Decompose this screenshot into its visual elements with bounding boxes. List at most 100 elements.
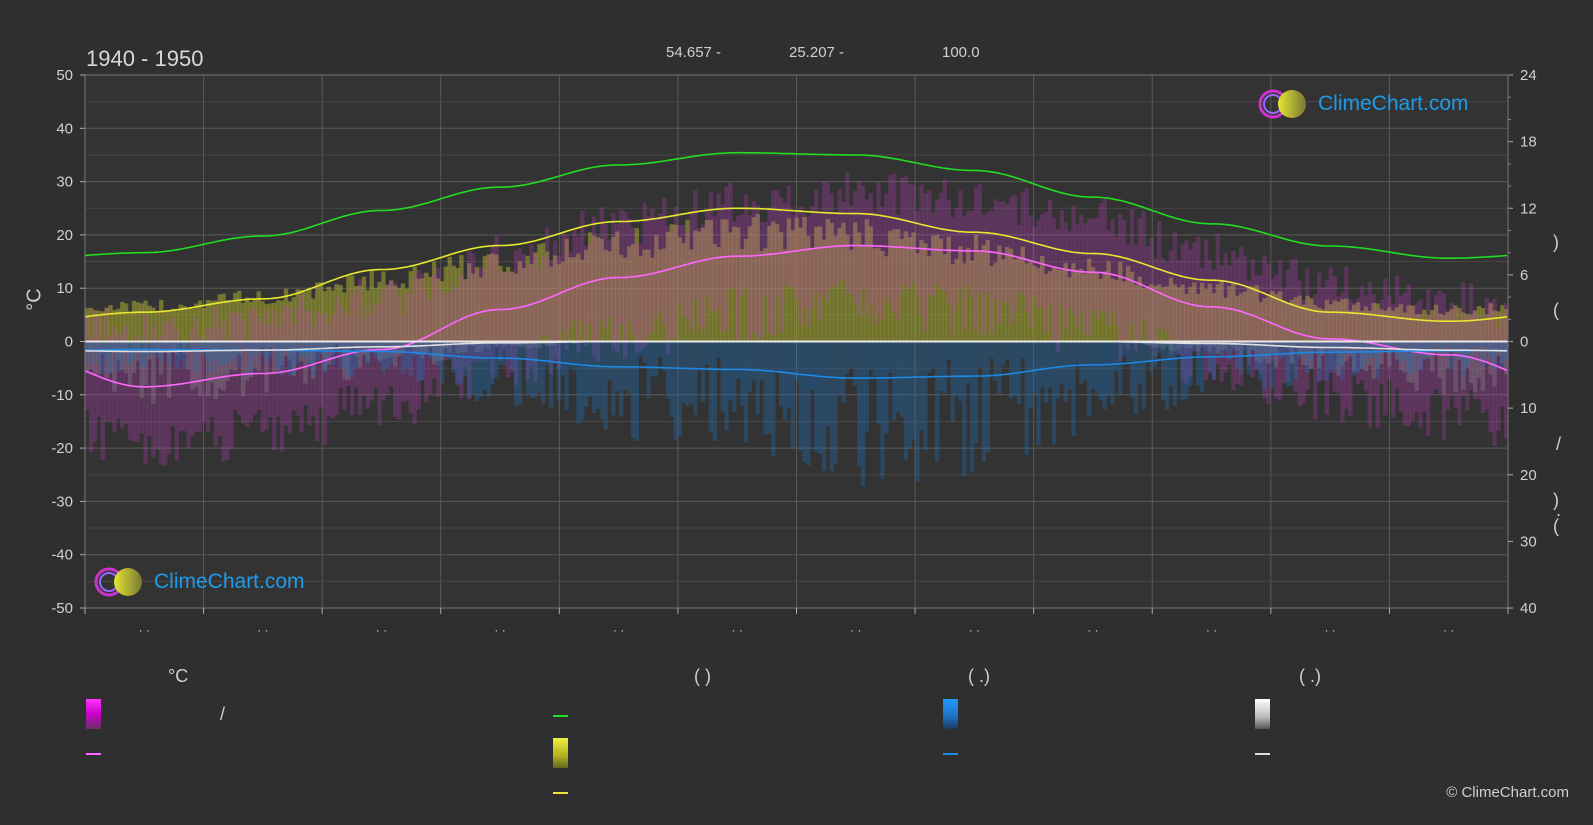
temperature-daily-bar	[1044, 212, 1049, 333]
rain-daily-bar	[108, 341, 113, 375]
rain-daily-bar	[420, 341, 425, 381]
temperature-daily-bar	[872, 211, 877, 325]
rain-daily-bar	[252, 341, 257, 357]
temperature-daily-bar	[782, 202, 788, 286]
temperature-daily-bar	[611, 212, 616, 349]
rain-daily-bar	[1262, 341, 1267, 390]
rain-daily-bar	[529, 341, 534, 399]
rain-daily-bar	[276, 341, 281, 369]
rain-daily-bar	[638, 341, 643, 357]
snow-daily-bar	[1453, 341, 1458, 393]
temperature-daily-bar	[993, 199, 998, 299]
right-axis-label-2: (	[1553, 300, 1559, 320]
temperature-daily-bar	[1079, 214, 1084, 311]
temperature-daily-bar	[322, 313, 328, 445]
temperature-daily-bar	[396, 296, 402, 420]
sunshine-daily-bar	[182, 306, 187, 342]
temperature-daily-bar	[541, 256, 546, 336]
month-label: · ·	[257, 623, 268, 637]
rain-daily-bar	[693, 341, 698, 416]
sunshine-daily-bar	[139, 303, 144, 342]
logo-text: ClimeChart.com	[1318, 92, 1469, 115]
temperature-daily-bar	[814, 189, 819, 293]
logo-bottom[interactable]: ClimeChart.com	[94, 566, 305, 598]
temperature-daily-bar	[759, 221, 764, 338]
rain-daily-bar	[790, 341, 795, 449]
rain-daily-bar	[1359, 341, 1365, 369]
temperature-daily-bar	[494, 235, 499, 348]
rain-daily-bar	[1125, 341, 1131, 362]
temperature-daily-bar	[903, 176, 909, 285]
temperature-daily-bar	[537, 269, 542, 339]
rain-daily-bar	[256, 341, 261, 351]
left-axis-label: °C	[23, 288, 46, 311]
rain-daily-bar	[587, 341, 593, 397]
rain-daily-bar	[467, 341, 472, 399]
temperature-daily-bar	[229, 311, 234, 450]
rain-daily-bar	[330, 341, 335, 366]
rain-daily-bar	[892, 341, 897, 421]
rain-daily-bar	[385, 341, 390, 369]
right-tick-label: 10	[1520, 400, 1537, 417]
temperature-daily-bar	[907, 184, 912, 290]
right-axis-label-1: )	[1553, 232, 1559, 252]
left-tick-label: -40	[51, 547, 73, 564]
temperature-daily-bar	[700, 223, 706, 332]
rain-daily-bar	[338, 341, 343, 368]
temperature-daily-bar	[895, 214, 901, 321]
rain-daily-bar	[1094, 341, 1100, 393]
left-tick-label: 40	[56, 120, 73, 137]
rain-daily-bar	[806, 341, 811, 466]
left-tick-label: 50	[56, 67, 73, 84]
sunshine-daily-bar	[131, 300, 137, 342]
rain-daily-bar	[459, 341, 464, 385]
temperature-daily-bar	[689, 210, 694, 331]
rain-daily-bar	[1098, 341, 1103, 401]
rain-daily-bar	[931, 341, 936, 368]
rain-daily-bar	[1196, 341, 1201, 386]
rain-daily-bar	[1122, 341, 1127, 356]
temperature-daily-bar	[560, 233, 565, 331]
rain-daily-bar	[201, 341, 207, 355]
temperature-daily-bar	[623, 212, 628, 359]
temperature-daily-bar	[1001, 201, 1006, 302]
rain-daily-bar	[260, 341, 265, 356]
temperature-daily-bar	[377, 304, 382, 426]
rain-daily-bar	[455, 341, 460, 386]
rain-daily-bar	[997, 341, 1002, 395]
temperature-daily-bar	[673, 206, 678, 339]
temperature-daily-bar	[630, 227, 636, 334]
rain-daily-bar	[923, 341, 928, 451]
temperature-daily-bar	[1394, 275, 1400, 389]
temperature-daily-bar	[361, 318, 367, 396]
rain-daily-bar	[1235, 341, 1240, 367]
rain-daily-bar	[946, 341, 951, 360]
logo-top[interactable]: ClimeChart.com	[1258, 88, 1469, 120]
rain-daily-bar	[1032, 341, 1037, 394]
temperature-daily-bar	[268, 324, 273, 418]
rain-daily-bar	[1161, 341, 1166, 401]
temperature-daily-bar	[962, 216, 967, 330]
rain-daily-bar	[794, 341, 799, 381]
temperature-daily-bar	[794, 212, 799, 299]
right-tick-label: 20	[1520, 467, 1537, 484]
temperature-daily-bar	[1090, 219, 1096, 311]
rain-daily-bar	[841, 341, 846, 404]
left-tick-label: -10	[51, 387, 73, 404]
rain-daily-bar	[825, 341, 831, 427]
temperature-daily-bar	[899, 177, 905, 293]
temperature-daily-bar	[716, 193, 721, 309]
rain-daily-bar	[541, 341, 546, 404]
temperature-daily-bar	[1168, 250, 1174, 357]
rain-daily-bar	[704, 341, 710, 366]
sunshine-daily-bar	[127, 311, 133, 342]
rain-daily-bar	[1028, 341, 1033, 409]
rain-daily-bar	[354, 341, 359, 369]
rain-daily-bar	[888, 341, 893, 373]
left-tick-label: 20	[56, 227, 73, 244]
month-label: · ·	[732, 623, 743, 637]
rain-daily-bar	[732, 341, 737, 413]
rain-daily-bar	[860, 341, 866, 487]
legend-rain-line	[943, 753, 958, 755]
temperature-daily-bar	[1055, 229, 1061, 353]
